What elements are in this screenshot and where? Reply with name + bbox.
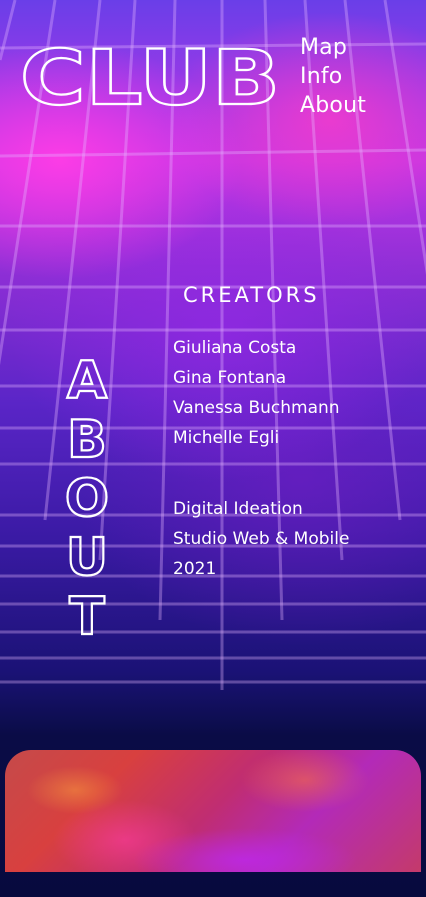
creators-heading: CREATORS [183, 283, 320, 307]
credit-line: Studio Web & Mobile [173, 529, 350, 549]
creator-name: Vanessa Buchmann [173, 398, 340, 418]
about-page: CLUB Map Info About ABOUT CREATORS Giuli… [0, 0, 426, 897]
credit-line: 2021 [173, 559, 217, 579]
club-logo-text: CLUB [20, 44, 280, 110]
creators-list: Giuliana Costa Gina Fontana Vanessa Buch… [173, 333, 340, 453]
vertical-about-title: ABOUT [64, 350, 110, 645]
credit-line: Digital Ideation [173, 499, 303, 519]
course-credits: Digital Ideation Studio Web & Mobile 202… [173, 494, 349, 584]
nav-link-about[interactable]: About [300, 91, 366, 120]
creator-name: Gina Fontana [173, 368, 287, 388]
creator-name: Giuliana Costa [173, 338, 297, 358]
vertical-title-letter: A [67, 351, 107, 411]
nav-link-map[interactable]: Map [300, 33, 366, 62]
vertical-title-letter: T [69, 587, 105, 645]
vertical-title-letter: B [67, 410, 107, 470]
vertical-title-letter: U [66, 528, 108, 588]
vertical-title-letter: O [65, 469, 109, 529]
footer-texture-image [5, 750, 421, 872]
main-navigation: Map Info About [300, 33, 366, 120]
club-logo: CLUB [20, 44, 281, 110]
nav-link-info[interactable]: Info [300, 62, 366, 91]
creator-name: Michelle Egli [173, 428, 280, 448]
